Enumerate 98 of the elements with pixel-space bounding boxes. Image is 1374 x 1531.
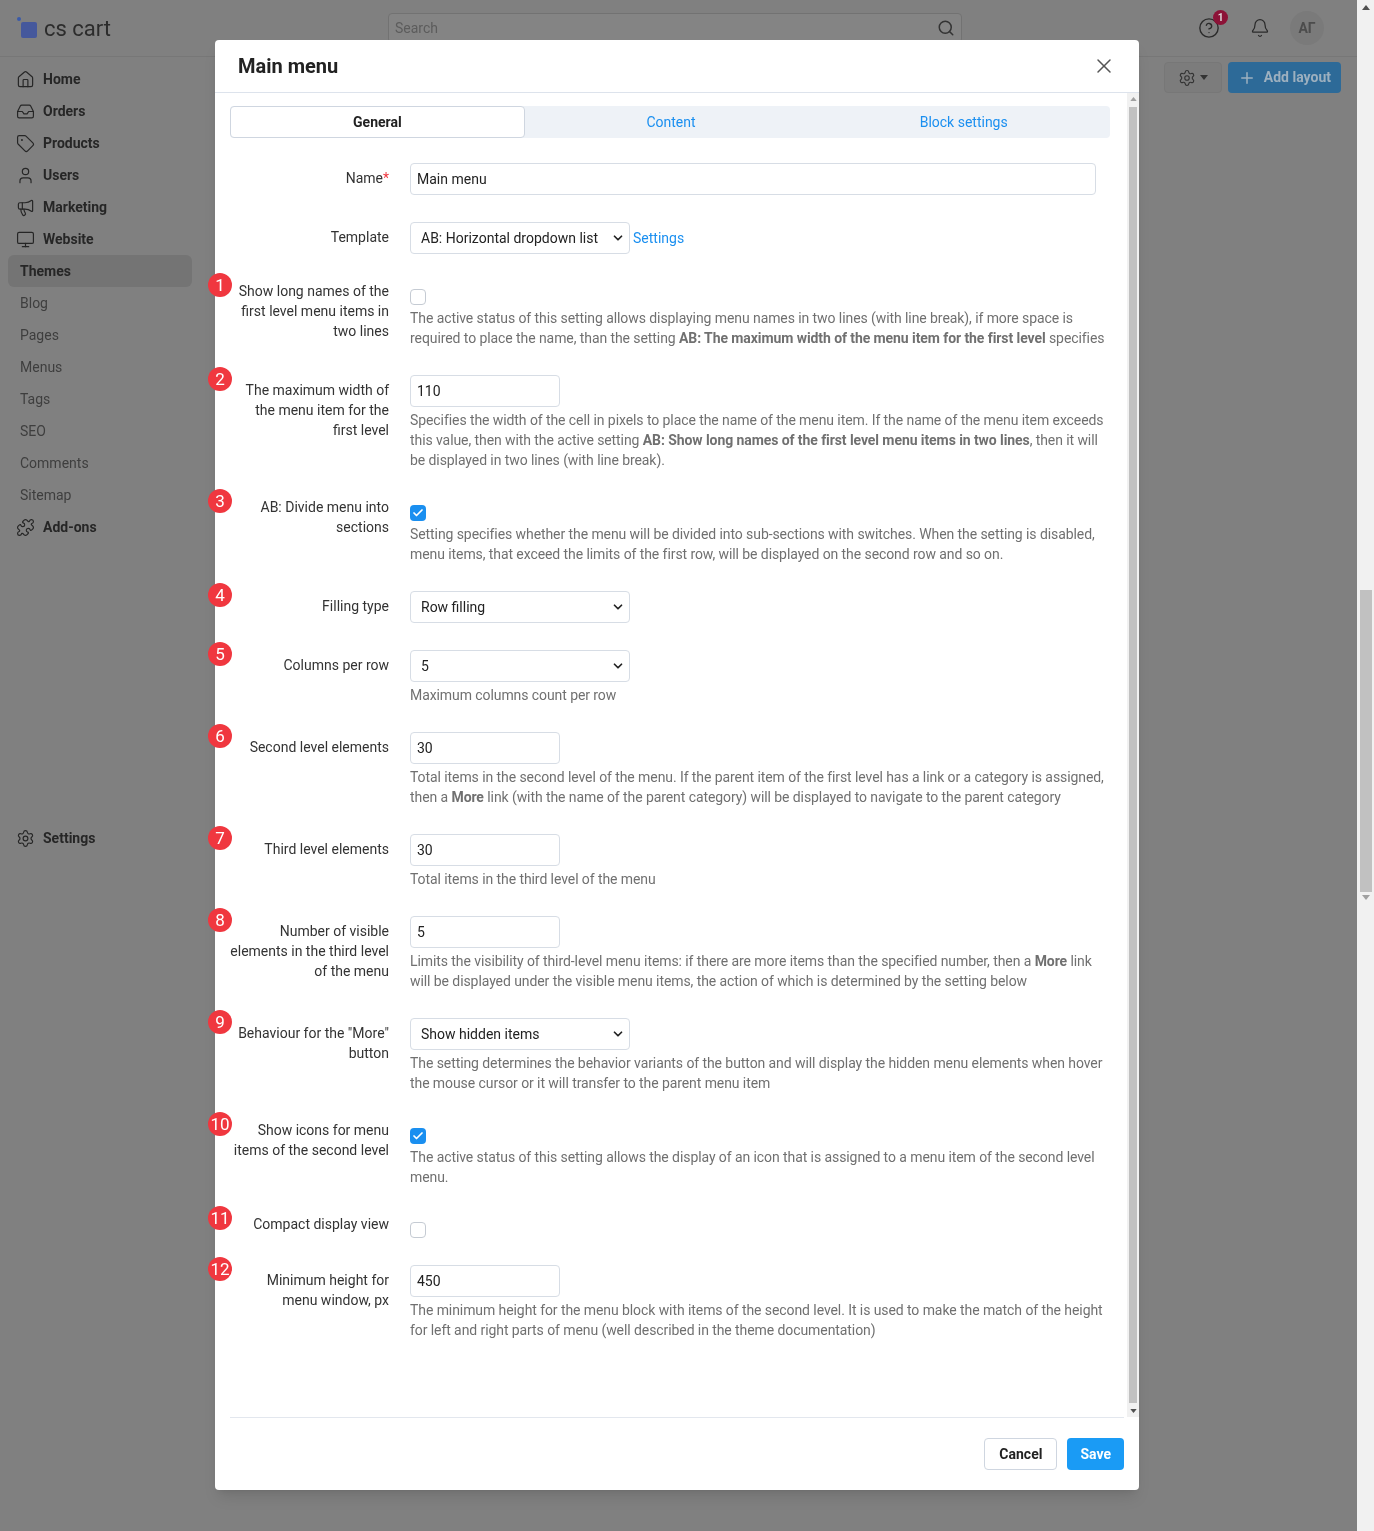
field-label: Show icons for menu items of the second level — [233, 1122, 389, 1158]
checkbox[interactable] — [410, 1128, 426, 1144]
checkbox[interactable] — [410, 505, 426, 521]
sidebar-item[interactable]: Products — [8, 127, 192, 159]
add-layout-button[interactable]: Add layout — [1227, 62, 1341, 93]
field-label: Compact display view — [253, 1216, 389, 1232]
required-mark: * — [382, 170, 389, 186]
scroll-up-icon[interactable] — [1361, 5, 1370, 10]
monitor-icon — [16, 229, 35, 249]
help-text: Total items in the second level of the menu. If the parent item of the first level has a link or a category is assigned, then a More link (with the name of the parent category) will be displayed to navigate to the parent category — [410, 768, 1105, 807]
puzzle-icon — [16, 517, 35, 537]
tab[interactable]: Content — [524, 106, 818, 138]
cs-cart-logo[interactable]: cs cart — [16, 11, 388, 45]
sidebar-item[interactable]: Settings — [8, 822, 192, 854]
step-marker: 2 — [208, 367, 232, 391]
field-label: Name — [345, 170, 383, 186]
step-marker: 12 — [208, 1257, 232, 1281]
step-marker: 1 — [208, 273, 232, 297]
text-field[interactable]: Main menu — [410, 163, 1096, 195]
dropdown-select[interactable]: Row filling — [410, 591, 630, 623]
settings-icon — [16, 828, 35, 848]
step-marker: 6 — [208, 724, 232, 748]
step-marker: 5 — [208, 642, 232, 666]
step-marker: 3 — [208, 489, 232, 513]
field-label: Columns per row — [283, 657, 389, 673]
number-field[interactable]: 450 — [410, 1265, 560, 1297]
number-field[interactable]: 30 — [410, 834, 560, 866]
sidebar-item[interactable]: Pages — [8, 319, 192, 351]
field-label: Filling type — [322, 598, 389, 614]
field-label: Third level elements — [264, 841, 389, 857]
help-text: The active status of this setting allows displaying menu names in two lines (with line break), if more space is required to place the name, than the setting AB: The maximum width of the menu item for the first level specifies — [410, 309, 1106, 348]
dropdown-select[interactable]: 5 — [410, 650, 630, 682]
sidebar-item[interactable]: Comments — [8, 447, 192, 479]
search-icon — [937, 19, 955, 37]
bell-icon[interactable] — [1250, 18, 1270, 38]
step-marker: 7 — [208, 826, 232, 850]
help-text: Limits the visibility of third-level menu items: if there are more items than the specified number, then a More link will be displayed under the visible menu items, the action of which is determined by the setting below — [410, 952, 1093, 991]
help-text: Setting specifies whether the menu will be divided into sub-sections with switches. When the setting is disabled, menu items, that exceed the limits of the first row, will be displayed on the second row and so on. — [410, 525, 1096, 564]
help-icon[interactable] — [1198, 17, 1220, 39]
field-label: The maximum width of the menu item for the first level — [245, 382, 389, 438]
save-button[interactable]: Save — [1067, 1438, 1124, 1470]
settings-dropdown-button[interactable] — [1163, 62, 1222, 93]
megaphone-icon — [16, 197, 35, 217]
sidebar-item[interactable]: Add-ons — [8, 511, 192, 543]
sidebar-item[interactable]: Sitemap — [8, 479, 192, 511]
dropdown-select[interactable]: Show hidden items — [410, 1018, 630, 1050]
number-field[interactable]: 30 — [410, 732, 560, 764]
checkbox[interactable] — [410, 1222, 426, 1238]
sidebar-item[interactable]: Orders — [8, 95, 192, 127]
dropdown-select[interactable]: AB: Horizontal dropdown list — [410, 222, 630, 254]
notification-badge: 1 — [1213, 10, 1228, 25]
house-icon — [16, 69, 35, 89]
field-label: Number of visible elements in the third level of the menu — [230, 923, 389, 979]
sidebar-item[interactable]: Users — [8, 159, 192, 191]
help-text: The minimum height for the menu block with items of the second level. It is used to make the match of the height for left and right parts of menu (well described in the theme documentation) — [410, 1301, 1104, 1340]
step-marker: 8 — [208, 908, 232, 932]
field-label: Show long names of the first level menu items in two lines — [238, 283, 389, 339]
number-field[interactable]: 110 — [410, 375, 560, 407]
tag-icon — [16, 133, 35, 153]
sidebar-item[interactable]: Blog — [8, 287, 192, 319]
field-label: Minimum height for menu window, px — [266, 1272, 389, 1308]
scrollbar-thumb[interactable] — [1129, 107, 1137, 1403]
dialog-title: Main menu — [238, 53, 339, 80]
scroll-down-icon[interactable] — [1129, 1409, 1137, 1413]
help-text: The setting determines the behavior variants of the button and will display the hidden menu elements when hover the mouse cursor or it will transfer to the parent menu item — [410, 1054, 1104, 1093]
user-icon — [16, 165, 35, 185]
tab[interactable]: General — [230, 106, 525, 138]
field-label: Behaviour for the "More" button — [238, 1025, 389, 1061]
check-icon — [412, 1130, 424, 1142]
help-text: Specifies the width of the cell in pixels to place the name of the menu item. If the name of the menu item exceeds this value, then with the active setting AB: Show long names of the first level menu items in two lines, then it will be displayed in two lines (with line break). — [410, 411, 1105, 470]
sidebar-item[interactable]: SEO — [8, 415, 192, 447]
step-marker: 9 — [208, 1010, 232, 1034]
number-field[interactable]: 5 — [410, 916, 560, 948]
field-label: Template — [330, 229, 389, 245]
caret-icon — [1199, 75, 1208, 80]
field-label: Second level elements — [249, 739, 389, 755]
sidebar-item[interactable]: Home — [8, 63, 192, 95]
page-scrollbar[interactable] — [1357, 0, 1374, 1531]
help-text: The active status of this setting allows the display of an icon that is assigned to a menu item of the second level menu. — [410, 1148, 1096, 1187]
sidebar-item[interactable]: Tags — [8, 383, 192, 415]
sidebar-item[interactable]: Themes — [8, 255, 192, 287]
help-text: Maximum columns count per row — [410, 686, 618, 705]
step-marker: 4 — [208, 583, 232, 607]
sidebar-item[interactable]: Marketing — [8, 191, 192, 223]
sidebar-item[interactable]: Menus — [8, 351, 192, 383]
sidebar-item[interactable]: Website — [8, 223, 192, 255]
cancel-button[interactable]: Cancel — [984, 1438, 1058, 1470]
step-marker: 11 — [208, 1206, 232, 1230]
check-icon — [412, 507, 424, 519]
settings-icon — [1177, 68, 1196, 87]
tab[interactable]: Block settings — [817, 106, 1110, 138]
field-label: AB: Divide menu into sections — [260, 499, 389, 535]
step-marker: 10 — [208, 1112, 232, 1136]
checkbox[interactable] — [410, 289, 426, 305]
dialog-scrollbar[interactable] — [1127, 93, 1139, 1417]
scrollbar-thumb[interactable] — [1359, 590, 1372, 892]
help-text: Total items in the third level of the menu — [410, 870, 657, 889]
settings-link[interactable]: Settings — [633, 227, 685, 249]
